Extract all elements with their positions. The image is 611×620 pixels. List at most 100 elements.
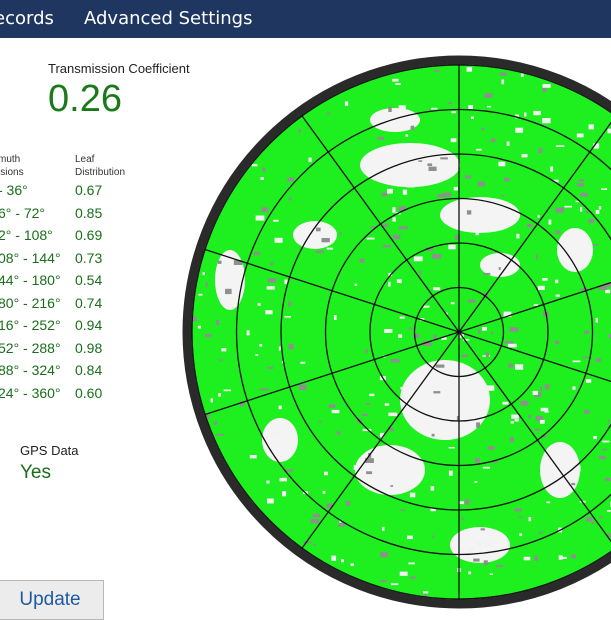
sky-speck bbox=[340, 233, 342, 235]
sky-speck bbox=[487, 446, 495, 450]
sky-speck bbox=[384, 329, 392, 333]
sky-speck bbox=[414, 256, 423, 261]
sky-speck bbox=[287, 178, 294, 182]
sky-speck bbox=[579, 231, 583, 234]
sky-speck bbox=[279, 406, 282, 410]
sky-speck bbox=[431, 108, 437, 110]
sky-speck bbox=[432, 536, 434, 538]
sky-speck bbox=[431, 486, 435, 490]
sky-speck bbox=[252, 164, 258, 166]
sky-speck bbox=[519, 533, 522, 536]
sky-speck bbox=[560, 557, 567, 559]
sky-speck bbox=[542, 278, 547, 281]
sky-speck bbox=[593, 244, 598, 246]
sky-speck bbox=[564, 206, 572, 208]
sky-speck bbox=[505, 341, 514, 344]
sky-speck bbox=[545, 384, 550, 389]
sky-speck bbox=[408, 563, 415, 565]
sky-speck bbox=[471, 117, 474, 119]
sky-speck bbox=[420, 271, 422, 275]
sky-speck bbox=[508, 344, 517, 348]
sky-speck bbox=[449, 471, 453, 476]
sky-speck bbox=[461, 518, 464, 520]
sky-speck bbox=[346, 501, 350, 506]
sky-gap bbox=[262, 418, 298, 462]
sky-speck bbox=[448, 102, 452, 104]
sky-speck bbox=[387, 189, 393, 194]
sky-speck bbox=[400, 572, 408, 576]
sky-gap bbox=[440, 197, 520, 233]
sky-speck bbox=[260, 388, 269, 390]
sky-speck bbox=[468, 571, 471, 574]
sky-speck bbox=[300, 362, 305, 364]
sky-speck bbox=[401, 509, 405, 511]
sky-speck bbox=[451, 302, 455, 304]
sky-speck bbox=[435, 396, 437, 399]
sky-speck bbox=[433, 391, 440, 393]
sky-speck bbox=[579, 179, 585, 181]
sky-speck bbox=[521, 74, 524, 77]
sky-speck bbox=[383, 223, 388, 227]
hemispherical-canopy-image bbox=[0, 0, 611, 611]
sky-speck bbox=[496, 565, 503, 567]
sky-speck bbox=[584, 331, 589, 334]
sky-speck bbox=[460, 547, 464, 552]
sky-speck bbox=[261, 207, 268, 212]
sky-speck bbox=[540, 420, 545, 424]
sky-speck bbox=[577, 183, 585, 186]
sky-speck bbox=[275, 238, 283, 243]
sky-speck bbox=[371, 156, 375, 159]
sky-speck bbox=[406, 134, 409, 137]
sky-speck bbox=[332, 410, 340, 413]
sky-speck bbox=[299, 385, 307, 390]
sky-speck bbox=[427, 163, 432, 166]
sky-speck bbox=[286, 469, 293, 472]
sky-speck bbox=[549, 220, 552, 225]
sky-speck bbox=[265, 310, 272, 314]
sky-speck bbox=[385, 403, 390, 406]
sky-speck bbox=[381, 580, 387, 582]
sky-speck bbox=[599, 456, 606, 460]
sky-speck bbox=[309, 158, 312, 162]
sky-speck bbox=[511, 421, 514, 424]
sky-speck bbox=[399, 105, 406, 109]
sky-gap bbox=[400, 360, 490, 440]
sky-speck bbox=[476, 542, 482, 547]
sky-speck bbox=[392, 207, 395, 212]
sky-speck bbox=[410, 493, 415, 498]
sky-speck bbox=[423, 591, 428, 593]
sky-speck bbox=[452, 111, 457, 113]
sky-speck bbox=[206, 282, 208, 287]
sky-speck bbox=[524, 557, 531, 561]
sky-speck bbox=[475, 458, 480, 463]
sky-speck bbox=[538, 215, 540, 218]
sky-speck bbox=[508, 363, 513, 367]
sky-speck bbox=[469, 547, 474, 552]
sky-speck bbox=[214, 422, 217, 425]
sky-speck bbox=[224, 390, 231, 392]
sky-speck bbox=[535, 429, 540, 431]
sky-speck bbox=[219, 359, 222, 361]
sky-speck bbox=[510, 437, 514, 442]
sky-speck bbox=[483, 273, 490, 275]
sky-speck bbox=[516, 234, 519, 239]
sky-speck bbox=[555, 231, 560, 235]
sky-speck bbox=[306, 223, 309, 226]
sky-speck bbox=[411, 126, 415, 131]
sky-speck bbox=[542, 118, 550, 123]
sky-speck bbox=[365, 349, 367, 354]
sky-speck bbox=[571, 554, 576, 558]
sky-speck bbox=[515, 419, 519, 421]
sky-speck bbox=[538, 286, 545, 290]
sky-speck bbox=[519, 517, 523, 519]
sky-speck bbox=[487, 106, 491, 108]
sky-speck bbox=[193, 317, 197, 322]
sky-speck bbox=[514, 508, 522, 511]
sky-speck bbox=[485, 93, 493, 98]
sky-speck bbox=[409, 328, 414, 330]
sky-speck bbox=[528, 415, 531, 418]
sky-speck bbox=[329, 404, 336, 408]
sky-speck bbox=[434, 70, 439, 72]
sky-speck bbox=[268, 278, 277, 282]
sky-speck bbox=[589, 124, 594, 129]
